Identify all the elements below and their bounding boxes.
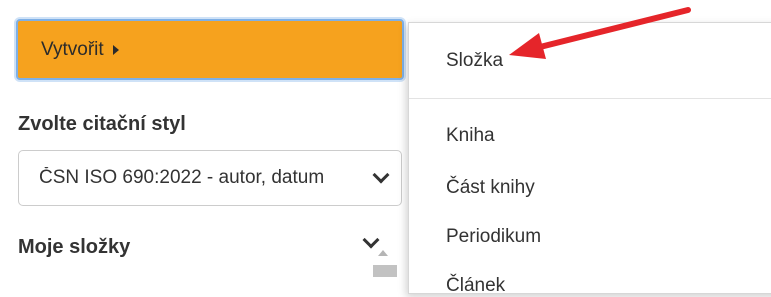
menu-item-book[interactable]: Kniha — [446, 125, 495, 147]
scrollbar-thumb[interactable] — [373, 265, 397, 277]
menu-item-book-part[interactable]: Část knihy — [446, 177, 535, 199]
citation-style-label: Zvolte citační styl — [18, 113, 186, 135]
chevron-down-icon[interactable] — [362, 231, 380, 249]
citation-style-value: ČSN ISO 690:2022 - autor, datum — [39, 167, 325, 188]
chevron-down-icon — [372, 166, 390, 184]
create-button[interactable]: Vytvořit — [16, 19, 404, 80]
scroll-up-icon[interactable] — [378, 250, 388, 256]
citation-style-select[interactable]: ČSN ISO 690:2022 - autor, datum — [18, 150, 402, 206]
menu-item-periodical[interactable]: Periodikum — [446, 226, 541, 248]
my-folders-heading: Moje složky — [18, 236, 131, 258]
caret-right-icon — [112, 44, 119, 55]
menu-divider — [409, 98, 771, 99]
menu-item-folder[interactable]: Složka — [446, 50, 503, 72]
create-dropdown-menu: Složka Kniha Část knihy Periodikum Článe… — [408, 22, 771, 297]
menu-item-article[interactable]: Článek — [446, 275, 505, 297]
create-button-label: Vytvořit — [41, 38, 104, 60]
